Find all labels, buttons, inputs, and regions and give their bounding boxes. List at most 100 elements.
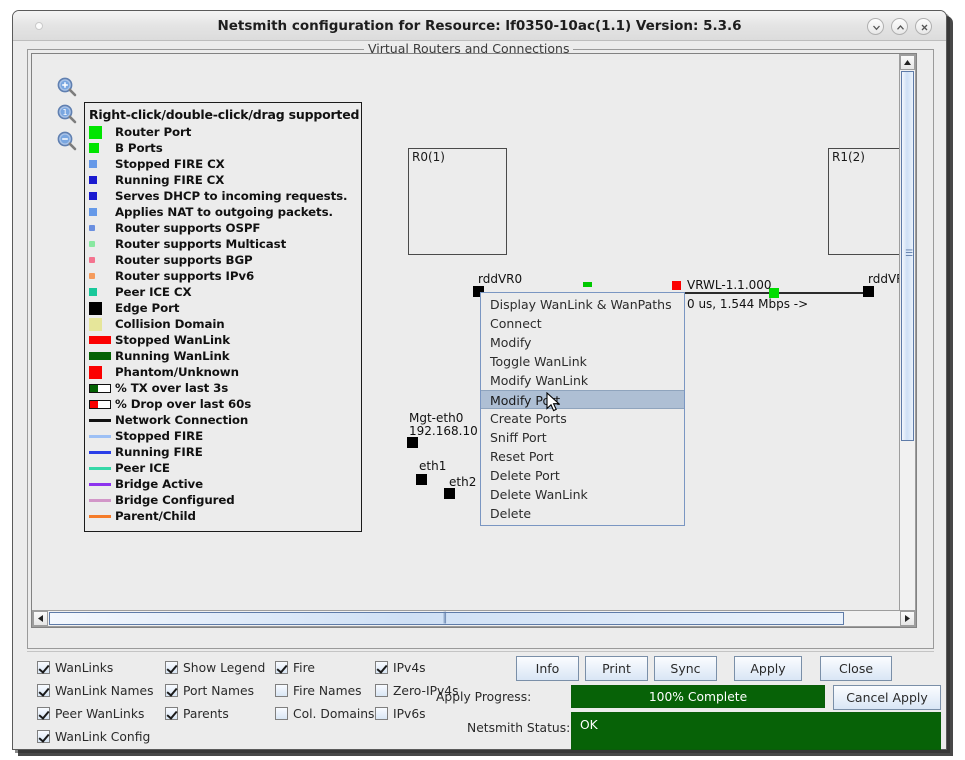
zoom-actual-icon[interactable]: 1	[56, 103, 78, 125]
apply-button[interactable]: Apply	[734, 656, 802, 681]
scroll-right-button[interactable]	[900, 611, 915, 626]
checkbox-show-legend[interactable]: Show Legend	[165, 656, 265, 679]
checkbox-box[interactable]	[375, 707, 388, 720]
legend-item: Router supports IPv6	[89, 268, 361, 284]
topology-label: 0 us, 1.544 Mbps ->	[687, 297, 808, 311]
checkbox-label: Fire	[293, 661, 315, 675]
topology-label: Mgt-eth0	[409, 411, 463, 425]
netsmith-status-value: OK	[580, 718, 598, 732]
horizontal-scroll-thumb[interactable]: ║	[49, 612, 844, 625]
legend-item: Phantom/Unknown	[89, 364, 361, 380]
minimize-button[interactable]	[867, 18, 884, 35]
legend-swatch-icon	[89, 241, 111, 247]
legend-swatch-icon	[89, 208, 111, 216]
checkbox-wanlink-config[interactable]: WanLink Config	[37, 725, 150, 748]
legend-item: Peer ICE CX	[89, 284, 361, 300]
legend-item: Router Port	[89, 124, 361, 140]
checkbox-box[interactable]	[37, 707, 50, 720]
maximize-button[interactable]	[891, 18, 908, 35]
canvas-vertical-scrollbar[interactable]: ☰	[899, 54, 916, 627]
topology-label: eth2	[449, 475, 476, 489]
legend-item-label: Bridge Configured	[115, 493, 235, 507]
legend-swatch-icon	[89, 192, 111, 200]
checkbox-fire[interactable]: Fire	[275, 656, 315, 679]
checkbox-ipv4s[interactable]: IPv4s	[375, 656, 426, 679]
port-mgt-eth0[interactable]	[407, 437, 418, 448]
close-button[interactable]	[915, 18, 932, 35]
context-menu-item[interactable]: Reset Port	[481, 447, 684, 466]
port-rddvr1[interactable]	[863, 286, 874, 297]
checkbox-wanlinks[interactable]: WanLinks	[37, 656, 113, 679]
router-node-label: R1(2)	[832, 150, 865, 164]
zoom-out-icon[interactable]	[56, 130, 78, 152]
checkbox-wanlink-names[interactable]: WanLink Names	[37, 679, 153, 702]
context-menu-item[interactable]: Delete	[481, 504, 684, 523]
window-titlebar[interactable]: Netsmith configuration for Resource: lf0…	[13, 11, 946, 41]
checkbox-parents[interactable]: Parents	[165, 702, 229, 725]
legend-item: Running FIRE	[89, 444, 361, 460]
port-context-menu[interactable]: Display WanLink & WanPathsConnectModifyT…	[480, 292, 685, 526]
zoom-in-icon[interactable]	[56, 76, 78, 98]
port-eth2[interactable]	[444, 488, 455, 499]
legend-item-label: Stopped FIRE	[115, 429, 203, 443]
checkbox-box[interactable]	[165, 684, 178, 697]
legend-item-label: Router supports IPv6	[115, 269, 254, 283]
vertical-scroll-thumb[interactable]: ☰	[901, 71, 914, 441]
context-menu-item[interactable]: Sniff Port	[481, 428, 684, 447]
legend-swatch-icon	[89, 435, 111, 438]
legend-swatch-icon	[89, 126, 111, 139]
apply-progress-bar: 100% Complete	[571, 685, 825, 708]
legend-swatch-icon	[89, 499, 111, 502]
checkbox-box[interactable]	[275, 707, 288, 720]
context-menu-item[interactable]: Toggle WanLink	[481, 352, 684, 371]
scroll-up-button[interactable]	[900, 55, 915, 70]
triangle-right-icon	[903, 614, 912, 623]
legend-item-label: Phantom/Unknown	[115, 365, 239, 379]
checkbox-box[interactable]	[37, 661, 50, 674]
checkbox-box[interactable]	[275, 684, 288, 697]
checkbox-port-names[interactable]: Port Names	[165, 679, 254, 702]
context-menu-item[interactable]: Delete Port	[481, 466, 684, 485]
sync-button[interactable]: Sync	[654, 656, 717, 681]
port-eth1[interactable]	[416, 474, 427, 485]
window-title: Netsmith configuration for Resource: lf0…	[13, 11, 946, 41]
context-menu-item[interactable]: Modify	[481, 333, 684, 352]
legend-swatch-icon	[89, 451, 111, 454]
checkbox-peer-wanlinks[interactable]: Peer WanLinks	[37, 702, 144, 725]
print-button[interactable]: Print	[585, 656, 648, 681]
checkbox-box[interactable]	[165, 661, 178, 674]
scroll-left-button[interactable]	[33, 611, 48, 626]
topology-canvas[interactable]: 1 Right-click/double-click/drag supporte…	[31, 53, 917, 628]
context-menu-item[interactable]: Modify Port	[481, 390, 684, 409]
context-menu-item[interactable]: Connect	[481, 314, 684, 333]
checkbox-box[interactable]	[37, 730, 50, 743]
close-dialog-button[interactable]: Close	[820, 656, 892, 681]
cancel-apply-button[interactable]: Cancel Apply	[833, 685, 941, 710]
legend-box: Right-click/double-click/drag supported …	[84, 102, 362, 532]
checkbox-fire-names[interactable]: Fire Names	[275, 679, 362, 702]
triangle-left-icon	[36, 614, 45, 623]
checkbox-col-domains[interactable]: Col. Domains	[275, 702, 374, 725]
checkbox-box[interactable]	[275, 661, 288, 674]
legend-item: Stopped FIRE CX	[89, 156, 361, 172]
checkbox-box[interactable]	[37, 684, 50, 697]
checkbox-ipv6s[interactable]: IPv6s	[375, 702, 426, 725]
checkbox-box[interactable]	[165, 707, 178, 720]
legend-swatch-icon	[89, 400, 111, 409]
topology-label: rddVR0	[478, 272, 522, 286]
legend-swatch-icon	[89, 225, 111, 231]
checkbox-label: WanLink Config	[55, 730, 150, 744]
context-menu-item[interactable]: Create Ports	[481, 409, 684, 428]
canvas-horizontal-scrollbar[interactable]: ║	[32, 610, 916, 627]
checkbox-box[interactable]	[375, 661, 388, 674]
legend-swatch-icon	[89, 352, 111, 360]
router-node[interactable]: R0(1)	[408, 148, 507, 255]
context-menu-item[interactable]: Modify WanLink	[481, 371, 684, 390]
legend-item-label: Running FIRE CX	[115, 173, 224, 187]
context-menu-item[interactable]: Display WanLink & WanPaths	[481, 295, 684, 314]
context-menu-item[interactable]: Delete WanLink	[481, 485, 684, 504]
legend-item: Running FIRE CX	[89, 172, 361, 188]
checkbox-box[interactable]	[375, 684, 388, 697]
mouse-cursor-icon	[546, 392, 562, 414]
info-button[interactable]: Info	[516, 656, 579, 681]
